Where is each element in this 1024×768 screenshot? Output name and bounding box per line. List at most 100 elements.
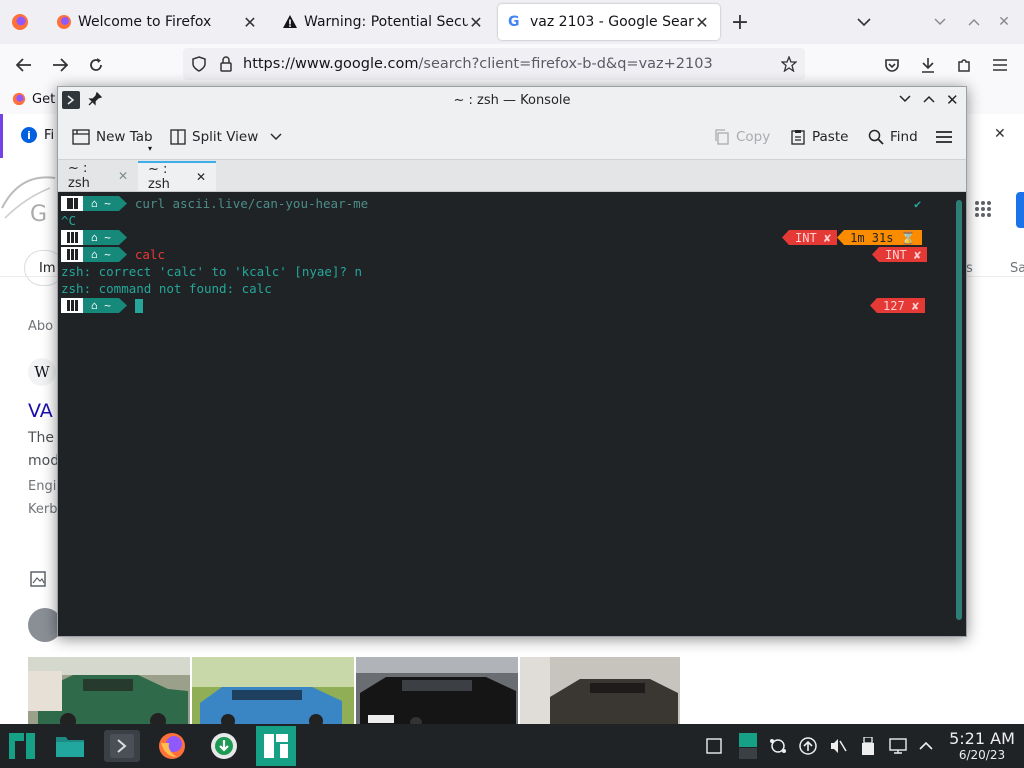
tab-label: ~ : zsh xyxy=(68,161,90,191)
result-snippet-line1: The xyxy=(28,430,55,446)
pager-icon[interactable] xyxy=(738,732,758,760)
new-tab-icon xyxy=(72,129,90,145)
copy-label: Copy xyxy=(736,129,771,145)
prompt-dir: ⌂ ~ xyxy=(83,196,119,211)
dropdown-arrow-icon[interactable]: ▾ xyxy=(148,144,152,153)
reload-icon[interactable] xyxy=(82,51,110,79)
terminal-scrollbar[interactable] xyxy=(956,200,962,620)
find-button[interactable]: Find xyxy=(868,123,918,151)
output-text: zsh: correct 'calc' to 'kcalc' [nyae]? n xyxy=(61,264,363,279)
close-icon[interactable]: ✕ xyxy=(994,126,1006,142)
terminal-output-line: zsh: command not found: calc xyxy=(61,280,272,297)
tab-welcome[interactable]: Welcome to Firefox ✕ xyxy=(46,4,268,40)
paste-button[interactable]: Paste xyxy=(790,123,848,151)
hamburger-menu-icon xyxy=(936,131,952,143)
terminal-area[interactable]: ⌂ ~ curl ascii.live/can-you-hear-me ✔ ^C… xyxy=(58,192,966,636)
sign-in-button-partial[interactable] xyxy=(1016,192,1024,228)
digital-clock[interactable]: 5:21 AM 6/20/23 xyxy=(944,730,1020,763)
hamburger-menu-button[interactable] xyxy=(936,123,952,151)
software-update-icon[interactable] xyxy=(208,730,240,762)
volume-muted-icon[interactable] xyxy=(828,736,848,756)
car-photo-black[interactable] xyxy=(356,656,518,726)
prompt-segment: ⌂ ~ xyxy=(61,230,127,245)
hamburger-menu-icon[interactable] xyxy=(986,51,1014,79)
firefox-icon xyxy=(12,92,26,106)
minimize-chevron-down-icon[interactable] xyxy=(926,8,954,36)
close-icon[interactable]: ✕ xyxy=(118,169,128,183)
terminal-cursor xyxy=(134,298,143,313)
copy-icon xyxy=(715,129,729,145)
manjaro-hello-icon[interactable] xyxy=(256,726,296,766)
downloads-icon[interactable] xyxy=(914,51,942,79)
result-title-link[interactable]: VA xyxy=(28,400,53,422)
duration-badge: 1m 31s ⌛ xyxy=(844,230,922,245)
prompt-dir-text: ~ xyxy=(104,197,111,210)
firefox-view-button[interactable] xyxy=(6,8,34,36)
close-icon[interactable]: ✕ xyxy=(242,13,258,32)
back-arrow-icon[interactable] xyxy=(10,51,38,79)
show-desktop-icon[interactable] xyxy=(704,736,724,756)
prompt-dir-text: ~ xyxy=(104,231,111,244)
car-photo-blue[interactable] xyxy=(192,656,354,726)
konsole-tab-2[interactable]: ~ : zsh ✕ xyxy=(138,161,216,192)
tray-expand-chevron-up-icon[interactable] xyxy=(916,736,936,756)
bookmark-star-icon[interactable] xyxy=(781,56,797,72)
close-icon[interactable]: ✕ xyxy=(694,13,710,32)
car-photo-green[interactable] xyxy=(28,656,190,726)
maximize-chevron-up-icon[interactable] xyxy=(960,8,988,36)
konsole-taskbar-icon[interactable] xyxy=(104,730,140,762)
powerline-arrow xyxy=(118,196,127,211)
tab-warning[interactable]: Warning: Potential Security Risk Ahead ✕ xyxy=(272,4,494,40)
powerline-arrow xyxy=(118,298,127,313)
firefox-taskbar-icon[interactable] xyxy=(156,730,188,762)
updates-arrow-icon[interactable] xyxy=(798,736,818,756)
konsole-tab-1[interactable]: ~ : zsh ✕ xyxy=(58,161,138,191)
list-tabs-chevron-down-icon[interactable] xyxy=(850,8,878,36)
bookmark-item[interactable]: Get xyxy=(32,92,55,107)
split-view-button[interactable]: Split View xyxy=(170,123,282,151)
address-bar[interactable]: https://www.google.com/search?client=fir… xyxy=(183,48,805,80)
extensions-puzzle-icon[interactable] xyxy=(950,51,978,79)
new-tab-button[interactable]: New Tab xyxy=(72,123,153,151)
minimize-chevron-down-icon[interactable] xyxy=(899,95,911,103)
new-tab-plus-icon[interactable]: + xyxy=(726,8,754,36)
copy-button[interactable]: Copy xyxy=(714,123,770,151)
kdeconnect-icon[interactable] xyxy=(768,736,788,756)
find-label: Find xyxy=(890,129,918,145)
window-close-icon[interactable]: ✕ xyxy=(990,8,1018,36)
shield-icon[interactable] xyxy=(191,56,207,72)
result-attribute-kerb: Kerb xyxy=(28,502,58,517)
konsole-title-bar[interactable]: ~ : zsh — Konsole ✕ xyxy=(58,87,966,114)
terminal-line: ⌂ ~ xyxy=(61,297,143,314)
close-icon[interactable]: ✕ xyxy=(468,13,484,32)
search-icon xyxy=(868,129,884,145)
apps-grid-icon[interactable] xyxy=(974,200,992,218)
maximize-chevron-up-icon[interactable] xyxy=(923,95,935,103)
file-manager-folder-icon[interactable] xyxy=(54,730,86,762)
pocket-icon[interactable] xyxy=(878,51,906,79)
url-text[interactable]: https://www.google.com/search?client=fir… xyxy=(243,56,713,72)
car-photo-dark[interactable] xyxy=(520,656,680,726)
info-icon: i xyxy=(21,127,37,143)
safe-search-partial[interactable]: Sa xyxy=(1010,261,1024,276)
window-close-icon[interactable]: ✕ xyxy=(946,91,959,109)
image-icon xyxy=(30,571,46,587)
powerline-arrow-left xyxy=(837,230,845,245)
network-wired-icon[interactable] xyxy=(888,736,908,756)
tab-label: ~ : zsh xyxy=(148,162,170,192)
application-launcher-manjaro-icon[interactable] xyxy=(6,730,38,762)
forward-arrow-icon[interactable] xyxy=(46,51,74,79)
close-icon[interactable]: ✕ xyxy=(196,170,206,184)
right-prompt-status: 127 ✘ xyxy=(870,298,926,313)
tools-chip-partial[interactable]: s xyxy=(966,261,973,276)
prompt-dir: ⌂ ~ xyxy=(83,230,119,245)
tab-google-search[interactable]: G vaz 2103 - Google Search ✕ xyxy=(498,4,720,40)
interrupt-text: ^C xyxy=(61,213,77,228)
powerline-arrow xyxy=(118,230,127,245)
pin-icon[interactable] xyxy=(88,92,102,106)
home-icon: ⌂ xyxy=(91,231,98,244)
lock-icon[interactable] xyxy=(219,56,233,72)
tab-title: Warning: Potential Security Risk Ahead xyxy=(304,14,468,30)
usb-device-icon[interactable] xyxy=(858,736,878,756)
konsole-toolbar: New Tab ▾ Split View Copy Paste Find xyxy=(58,114,966,160)
